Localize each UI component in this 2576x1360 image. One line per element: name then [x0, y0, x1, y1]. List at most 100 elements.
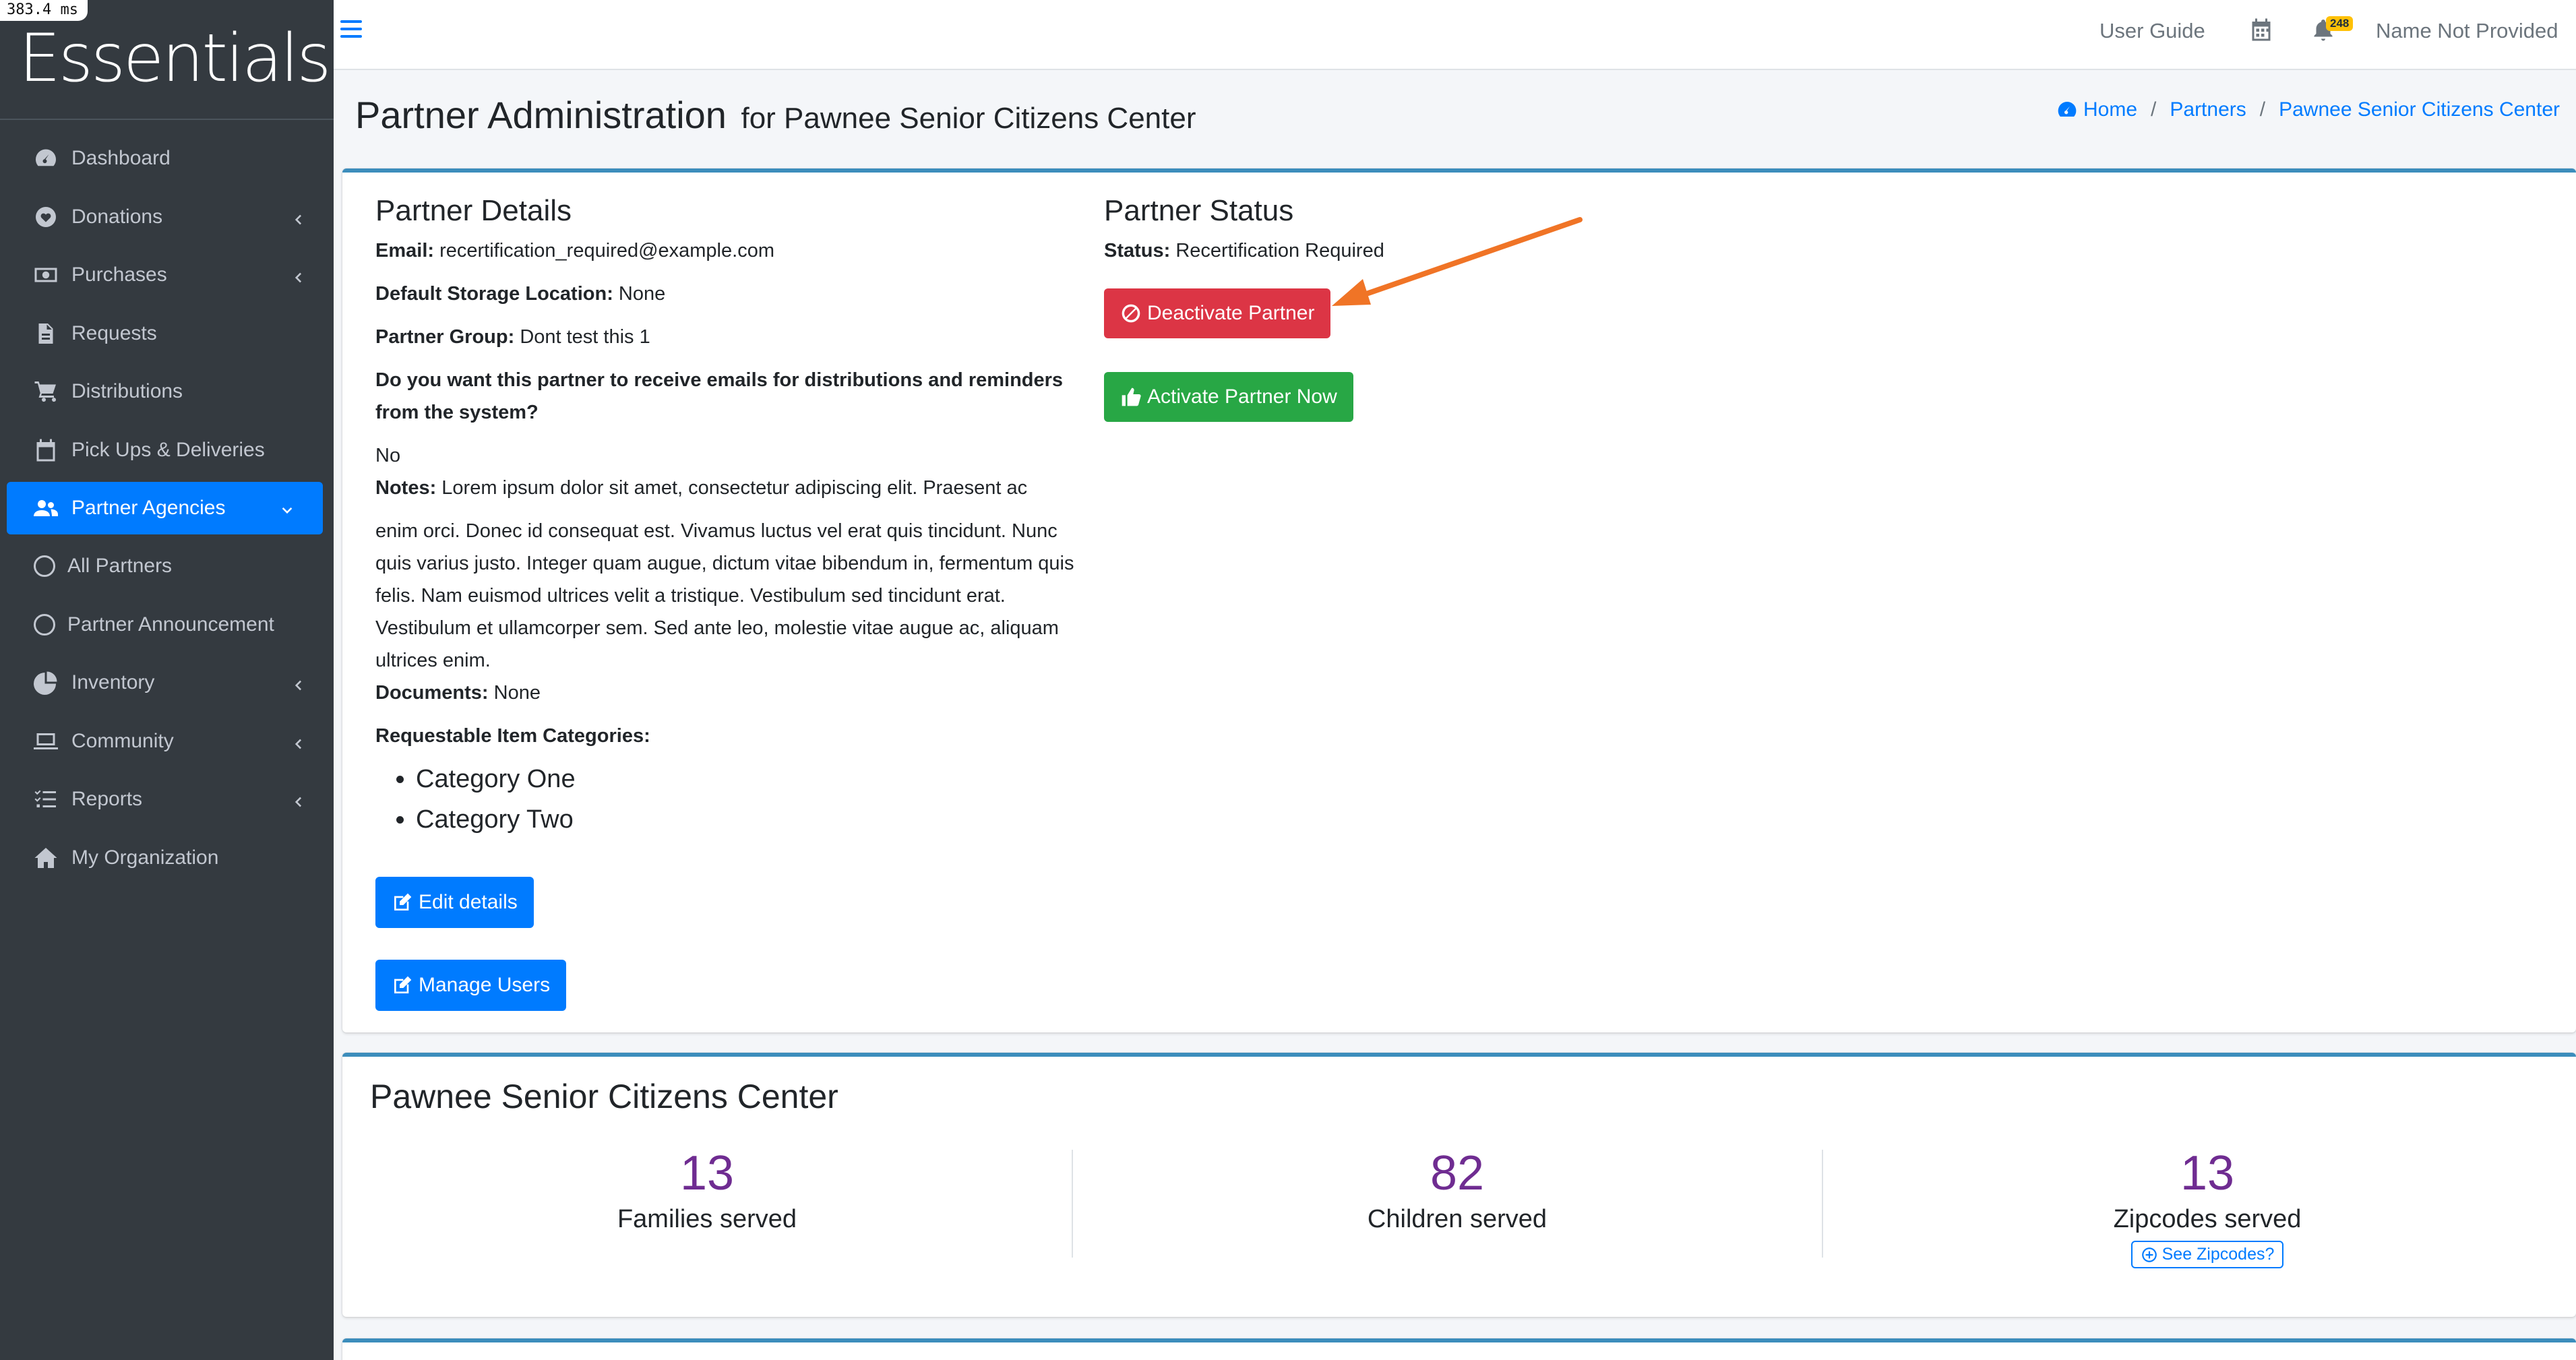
- laptop-icon: [32, 728, 59, 755]
- breadcrumb-separator: /: [2151, 98, 2157, 121]
- categories-label: Requestable Item Categories:: [375, 725, 650, 747]
- calendar-icon: [32, 437, 59, 464]
- user-menu[interactable]: Name Not Provided: [2376, 19, 2558, 43]
- partner-details-heading: Partner Details: [375, 194, 572, 227]
- plus-circle-icon: [2141, 1247, 2157, 1262]
- chevron-left-icon: [290, 675, 305, 691]
- breadcrumb-partners[interactable]: Partners: [2170, 98, 2246, 121]
- sidebar-item-label: Pick Ups & Deliveries: [71, 438, 265, 461]
- render-timer: 383.4 ms: [0, 0, 88, 21]
- manage-users-button[interactable]: Manage Users: [375, 960, 567, 1011]
- sidebar-item-dashboard[interactable]: Dashboard: [0, 129, 334, 188]
- brand-logo-text[interactable]: Essentials: [19, 20, 331, 97]
- chevron-left-icon: [290, 268, 305, 283]
- sidebar-item-partner-announcement[interactable]: Partner Announcement: [0, 596, 334, 654]
- dashboard-icon: [32, 145, 59, 172]
- see-zipcodes-label: See Zipcodes?: [2161, 1245, 2275, 1264]
- stat-children: 82 Children served: [1083, 1146, 1831, 1234]
- manage-users-label: Manage Users: [419, 974, 551, 996]
- chevron-left-icon: [290, 792, 305, 807]
- breadcrumb: Home / Partners / Pawnee Senior Citizens…: [2056, 98, 2560, 121]
- breadcrumb-home[interactable]: Home: [2056, 98, 2137, 121]
- bell-icon[interactable]: 248: [2311, 16, 2354, 44]
- sidebar-item-my-organization[interactable]: My Organization: [0, 829, 334, 888]
- category-item: Category One: [416, 759, 1090, 799]
- categories-list: Category One Category Two: [375, 759, 1090, 840]
- sidebar-item-label: Purchases: [71, 264, 167, 286]
- storage-value: None: [618, 283, 666, 305]
- ban-icon: [1122, 304, 1140, 323]
- sidebar-item-label: Community: [71, 729, 174, 752]
- stat-zipcodes: 13 Zipcodes served See Zipcodes?: [1833, 1146, 2576, 1268]
- page-title: Partner Administration for Pawnee Senior…: [355, 93, 1196, 137]
- documents-label: Documents:: [375, 682, 489, 704]
- notes-row: Notes: Lorem ipsum dolor sit amet, conse…: [375, 472, 1090, 504]
- sidebar-item-distributions[interactable]: Distributions: [0, 363, 334, 421]
- emails-question: Do you want this partner to receive emai…: [375, 369, 1064, 423]
- sidebar-item-label: All Partners: [67, 555, 173, 578]
- pie-chart-icon: [32, 669, 59, 696]
- storage-label: Default Storage Location:: [375, 283, 613, 305]
- thumbs-up-icon: [1122, 388, 1141, 406]
- edit-details-button[interactable]: Edit details: [375, 877, 534, 928]
- sidebar-item-all-partners[interactable]: All Partners: [0, 537, 334, 596]
- sidebar-nav: Dashboard Donations Purchases Requests D…: [0, 129, 334, 887]
- activate-partner-label: Activate Partner Now: [1147, 385, 1337, 408]
- next-card: [342, 1338, 2576, 1360]
- deactivate-partner-button[interactable]: Deactivate Partner: [1104, 288, 1331, 338]
- sidebar-item-label: Dashboard: [71, 147, 171, 170]
- category-item: Category Two: [416, 799, 1090, 840]
- breadcrumb-home-label: Home: [2083, 98, 2138, 121]
- stat-label: Zipcodes served: [2113, 1205, 2302, 1233]
- group-row: Partner Group: Dont test this 1: [375, 321, 1090, 353]
- sidebar-item-community[interactable]: Community: [0, 712, 334, 771]
- sidebar-item-label: Reports: [71, 788, 143, 811]
- notes-label: Notes:: [375, 477, 437, 499]
- stat-value: 82: [1430, 1146, 1485, 1200]
- status-label: Status:: [1104, 240, 1171, 261]
- sidebar-item-reports[interactable]: Reports: [0, 770, 334, 829]
- sidebar-item-label: Distributions: [71, 380, 183, 403]
- list-icon: [32, 786, 59, 813]
- sidebar-item-inventory[interactable]: Inventory: [0, 654, 334, 712]
- chevron-down-icon: [280, 501, 295, 516]
- stat-families: 13 Families served: [333, 1146, 1081, 1234]
- email-row: Email: recertification_required@example.…: [375, 235, 1090, 267]
- page-title-main: Partner Administration: [355, 94, 727, 136]
- circle-icon: [34, 613, 55, 636]
- stat-divider: [1822, 1150, 1823, 1258]
- documents-row: Documents: None: [375, 677, 1090, 709]
- sidebar-item-pickups[interactable]: Pick Ups & Deliveries: [0, 421, 334, 480]
- cart-icon: [32, 378, 59, 405]
- money-icon: [32, 261, 59, 288]
- stat-label: Children served: [1367, 1205, 1547, 1233]
- page-title-subtitle: for Pawnee Senior Citizens Center: [741, 102, 1196, 135]
- breadcrumb-current[interactable]: Pawnee Senior Citizens Center: [2279, 98, 2560, 121]
- sidebar-item-label: Partner Announcement: [67, 613, 274, 636]
- annotation-arrow: [1332, 217, 1583, 306]
- sidebar: Essentials 383.4 ms Dashboard Donations …: [0, 0, 334, 1360]
- storage-row: Default Storage Location: None: [375, 278, 1090, 310]
- group-value: Dont test this 1: [520, 326, 650, 348]
- user-guide-link[interactable]: User Guide: [2099, 19, 2205, 43]
- see-zipcodes-button[interactable]: See Zipcodes?: [2130, 1241, 2284, 1268]
- stat-value: 13: [679, 1146, 735, 1200]
- partner-details-section: Partner Details Email: recertification_r…: [375, 194, 1090, 840]
- sidebar-item-purchases[interactable]: Purchases: [0, 246, 334, 305]
- stat-divider: [1072, 1150, 1073, 1258]
- sidebar-item-requests[interactable]: Requests: [0, 305, 334, 363]
- sidebar-item-partner-agencies[interactable]: Partner Agencies: [7, 482, 323, 534]
- calendar-icon[interactable]: [2249, 18, 2276, 44]
- edit-details-label: Edit details: [419, 891, 518, 913]
- menu-toggle-icon[interactable]: [340, 20, 362, 42]
- summary-heading: Pawnee Senior Citizens Center: [370, 1078, 838, 1115]
- edit-icon: [394, 893, 412, 910]
- sidebar-item-label: Requests: [71, 321, 157, 344]
- sidebar-item-donations[interactable]: Donations: [0, 188, 334, 247]
- chevron-left-icon: [290, 210, 305, 225]
- emails-answer: No: [375, 445, 401, 466]
- stat-label: Families served: [617, 1205, 797, 1233]
- file-icon: [32, 320, 59, 347]
- activate-partner-button[interactable]: Activate Partner Now: [1104, 372, 1353, 422]
- sidebar-item-label: Partner Agencies: [71, 497, 226, 519]
